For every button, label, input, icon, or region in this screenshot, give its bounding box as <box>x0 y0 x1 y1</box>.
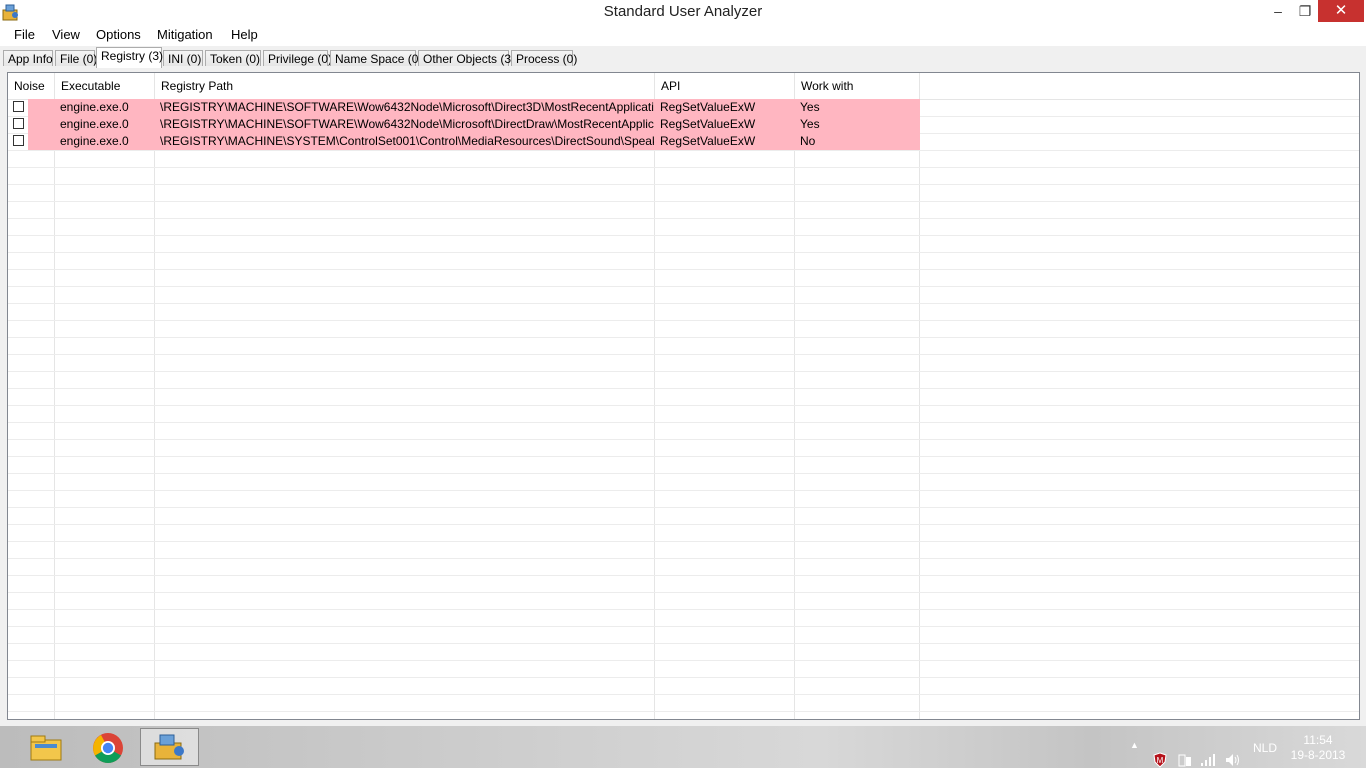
tab-file[interactable]: File (0) <box>55 50 97 66</box>
file-explorer-icon <box>30 735 62 761</box>
close-button[interactable]: ✕ <box>1318 0 1364 22</box>
clock[interactable]: 11:54 19-8-2013 <box>1290 733 1346 763</box>
row-divider <box>8 150 1359 151</box>
tab-token[interactable]: Token (0) <box>205 50 261 66</box>
column-header-api[interactable]: API <box>655 73 795 99</box>
clock-time: 11:54 <box>1303 733 1333 747</box>
cell-executable: engine.exe.0 <box>60 117 129 131</box>
cell-registry-path: \REGISTRY\MACHINE\SYSTEM\ControlSet001\C… <box>160 134 654 148</box>
row-divider <box>8 405 1359 406</box>
show-hidden-icons-button[interactable]: ▲ <box>1130 740 1139 782</box>
language-indicator[interactable]: NLD <box>1253 741 1277 783</box>
menu-help[interactable]: Help <box>231 27 258 42</box>
table-row[interactable]: engine.exe.0 \REGISTRY\MACHINE\SOFTWARE\… <box>8 99 920 116</box>
row-divider <box>8 643 1359 644</box>
window-title: Standard User Analyzer <box>603 3 763 20</box>
cell-executable: engine.exe.0 <box>60 100 129 114</box>
volume-icon[interactable] <box>1224 739 1242 781</box>
tab-process[interactable]: Process (0) <box>511 50 577 66</box>
row-divider <box>8 235 1359 236</box>
row-divider <box>8 388 1359 389</box>
svg-text:M: M <box>1157 756 1164 765</box>
row-divider <box>8 541 1359 542</box>
taskbar-chrome-button[interactable] <box>78 728 137 766</box>
row-divider <box>8 286 1359 287</box>
tab-strip: App Info File (0) Registry (3) INI (0) T… <box>0 46 1366 68</box>
cell-api: RegSetValueExW <box>660 117 756 131</box>
table-header: Noise Executable Registry Path API Work … <box>8 73 1359 119</box>
row-divider <box>8 201 1359 202</box>
cell-executable: engine.exe.0 <box>60 134 129 148</box>
menu-view[interactable]: View <box>52 27 80 42</box>
tab-privilege[interactable]: Privilege (0) <box>263 50 332 66</box>
menu-options[interactable]: Options <box>96 27 141 42</box>
row-divider <box>8 626 1359 627</box>
cell-api: RegSetValueExW <box>660 134 756 148</box>
row-divider <box>8 422 1359 423</box>
noise-checkbox[interactable] <box>13 118 24 129</box>
row-divider <box>8 524 1359 525</box>
row-divider <box>8 490 1359 491</box>
row-divider <box>8 303 1359 304</box>
row-divider <box>8 184 1359 185</box>
tab-app-info[interactable]: App Info <box>3 50 53 66</box>
row-divider <box>8 439 1359 440</box>
clock-date: 19-8-2013 <box>1290 748 1346 762</box>
noise-checkbox[interactable] <box>13 101 24 112</box>
column-header-executable[interactable]: Executable <box>55 73 155 99</box>
row-divider <box>8 558 1359 559</box>
power-icon[interactable] <box>1177 739 1193 781</box>
cell-api: RegSetValueExW <box>660 100 756 114</box>
menu-file[interactable]: File <box>14 27 35 42</box>
column-header-registry-path[interactable]: Registry Path <box>155 73 655 99</box>
row-divider <box>8 371 1359 372</box>
minimize-button[interactable]: – <box>1264 0 1292 22</box>
noise-checkbox[interactable] <box>13 135 24 146</box>
row-divider <box>8 337 1359 338</box>
taskbar-standard-user-analyzer-button[interactable] <box>140 728 199 766</box>
row-divider <box>8 456 1359 457</box>
column-header-noise[interactable]: Noise <box>8 73 55 99</box>
tab-other-objects[interactable]: Other Objects (3) <box>418 50 515 66</box>
table-row[interactable]: engine.exe.0 \REGISTRY\MACHINE\SOFTWARE\… <box>8 116 920 133</box>
cell-registry-path: \REGISTRY\MACHINE\SOFTWARE\Wow6432Node\M… <box>160 117 654 131</box>
maximize-button[interactable]: ❐ <box>1292 0 1318 22</box>
tab-registry[interactable]: Registry (3) <box>96 47 163 68</box>
row-divider <box>8 694 1359 695</box>
row-divider <box>8 507 1359 508</box>
cell-virtualization: No <box>800 134 816 148</box>
row-divider <box>8 473 1359 474</box>
cell-virtualization: Yes <box>800 100 820 114</box>
menu-bar: File View Options Mitigation Help <box>0 24 1366 46</box>
column-header-work-with-virtualization[interactable]: Work with Virtualization <box>795 73 920 119</box>
row-divider <box>8 677 1359 678</box>
row-divider <box>8 575 1359 576</box>
taskbar: ▲ M NLD 11:54 19-8-2013 <box>0 726 1366 768</box>
menu-mitigation[interactable]: Mitigation <box>157 27 213 42</box>
taskbar-explorer-button[interactable] <box>17 728 76 766</box>
standard-user-analyzer-icon <box>154 734 184 760</box>
network-signal-icon[interactable] <box>1200 739 1218 781</box>
row-divider <box>8 218 1359 219</box>
row-divider <box>8 252 1359 253</box>
row-divider <box>8 167 1359 168</box>
row-divider <box>8 320 1359 321</box>
cell-virtualization: Yes <box>800 117 820 131</box>
title-bar: Standard User Analyzer – ❐ ✕ <box>0 0 1366 24</box>
registry-table[interactable]: Noise Executable Registry Path API Work … <box>7 72 1360 720</box>
tab-ini[interactable]: INI (0) <box>163 50 203 66</box>
row-divider <box>8 354 1359 355</box>
row-divider <box>8 711 1359 712</box>
row-divider <box>8 269 1359 270</box>
chrome-icon <box>93 733 123 764</box>
security-shield-icon[interactable]: M <box>1152 739 1168 781</box>
cell-registry-path: \REGISTRY\MACHINE\SOFTWARE\Wow6432Node\M… <box>160 100 654 114</box>
row-divider <box>8 660 1359 661</box>
tab-name-space[interactable]: Name Space (0) <box>330 50 422 66</box>
table-row[interactable]: engine.exe.0 \REGISTRY\MACHINE\SYSTEM\Co… <box>8 133 920 150</box>
row-divider <box>8 609 1359 610</box>
row-divider <box>8 592 1359 593</box>
